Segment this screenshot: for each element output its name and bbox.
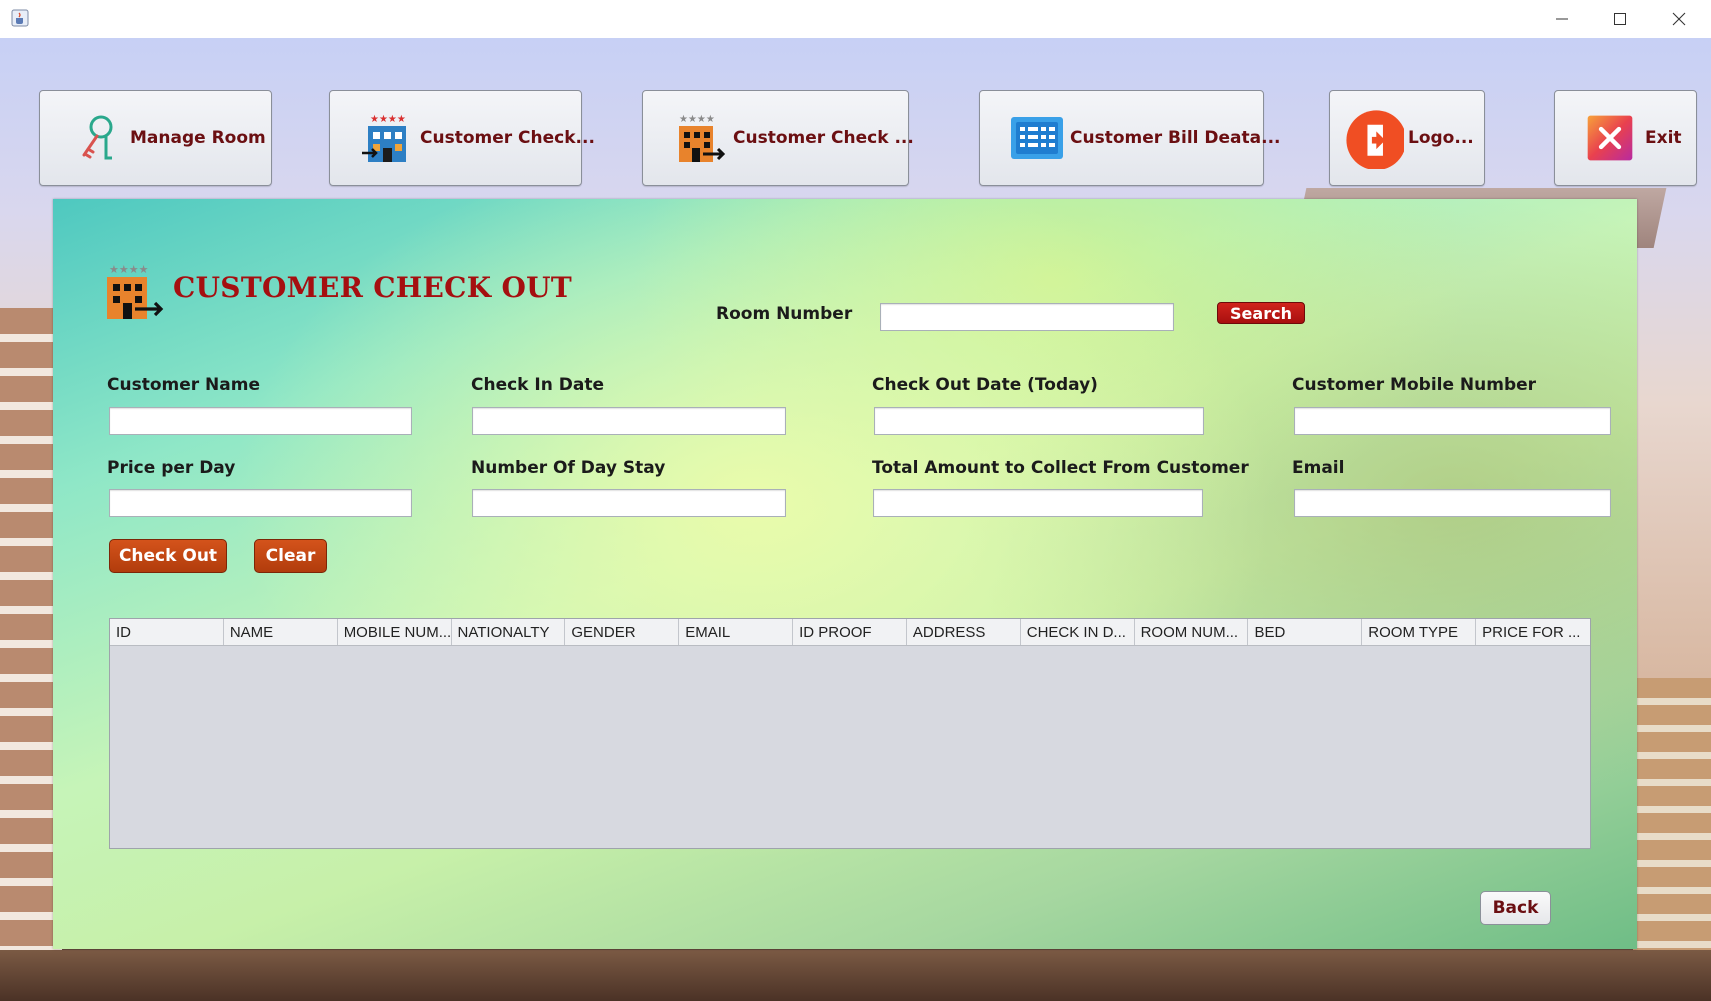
column-header-price[interactable]: PRICE FOR ... <box>1476 619 1590 645</box>
hotel-checkout-icon: ★★★★ <box>679 114 726 162</box>
email-label: Email <box>1292 458 1345 478</box>
svg-text:★★★★: ★★★★ <box>679 114 715 125</box>
back-button[interactable]: Back <box>1480 891 1551 925</box>
column-header-id-proof[interactable]: ID PROOF <box>793 619 907 645</box>
customer-name-input[interactable] <box>109 407 412 435</box>
page-title: CUSTOMER CHECK OUT <box>173 271 572 304</box>
logout-icon <box>1346 110 1404 169</box>
room-number-input[interactable] <box>880 303 1174 331</box>
customer-check-out-panel: ★★★★ CUSTOMER CHECK OUT Room Number Sear… <box>53 199 1637 949</box>
column-header-mobile-number[interactable]: MOBILE NUM... <box>338 619 452 645</box>
svg-text:★★★★: ★★★★ <box>109 263 149 276</box>
check-out-button[interactable]: Check Out <box>109 539 227 573</box>
column-header-bed[interactable]: BED <box>1248 619 1363 645</box>
customer-check-out-label: Customer Check ... <box>733 128 914 148</box>
mobile-number-label: Customer Mobile Number <box>1292 375 1537 395</box>
customer-check-in-label: Customer Check... <box>420 128 595 148</box>
check-out-date-label: Check Out Date (Today) <box>872 375 1098 395</box>
logout-button[interactable]: Logo... <box>1329 90 1485 186</box>
manage-room-button[interactable]: Manage Room <box>39 90 272 186</box>
check-in-date-label: Check In Date <box>471 375 604 395</box>
customer-bill-details-button[interactable]: Customer Bill Deata... <box>979 90 1281 186</box>
search-button[interactable]: Search <box>1217 302 1305 324</box>
column-header-room-number[interactable]: ROOM NUM... <box>1135 619 1249 645</box>
minimize-icon[interactable] <box>1551 8 1573 30</box>
customer-check-out-button[interactable]: ★★★★ Customer Check ... <box>642 90 914 186</box>
window-title-bar <box>0 0 1711 39</box>
days-stay-label: Number Of Day Stay <box>471 458 666 478</box>
close-icon[interactable] <box>1668 8 1690 30</box>
price-per-day-input[interactable] <box>109 489 412 517</box>
column-header-address[interactable]: ADDRESS <box>907 619 1021 645</box>
column-header-check-in-date[interactable]: CHECK IN D... <box>1021 619 1135 645</box>
exit-button[interactable]: Exit <box>1554 90 1697 186</box>
total-amount-input[interactable] <box>873 489 1203 517</box>
total-amount-label: Total Amount to Collect From Customer <box>872 458 1249 478</box>
clear-button[interactable]: Clear <box>254 539 327 573</box>
price-per-day-label: Price per Day <box>107 458 236 478</box>
background-ground <box>0 950 1711 1001</box>
check-out-date-input[interactable] <box>874 407 1204 435</box>
customer-table[interactable]: ID NAME MOBILE NUM... NATIONALTY GENDER … <box>109 618 1591 849</box>
hotel-checkout-icon: ★★★★ <box>107 263 164 319</box>
check-in-date-input[interactable] <box>472 407 786 435</box>
maximize-icon[interactable] <box>1609 8 1631 30</box>
column-header-id[interactable]: ID <box>110 619 224 645</box>
manage-room-label: Manage Room <box>130 128 266 148</box>
bill-list-icon <box>1011 117 1063 159</box>
column-header-nationality[interactable]: NATIONALTY <box>452 619 566 645</box>
mobile-number-input[interactable] <box>1294 407 1611 435</box>
key-icon <box>82 115 113 160</box>
column-header-gender[interactable]: GENDER <box>565 619 680 645</box>
email-input[interactable] <box>1294 489 1611 517</box>
customer-name-label: Customer Name <box>107 375 260 395</box>
days-stay-input[interactable] <box>472 489 786 517</box>
table-header: ID NAME MOBILE NUM... NATIONALTY GENDER … <box>110 619 1590 646</box>
customer-bill-details-label: Customer Bill Deata... <box>1070 128 1281 148</box>
column-header-name[interactable]: NAME <box>224 619 338 645</box>
exit-x-icon <box>1587 115 1633 161</box>
logout-label: Logo... <box>1408 128 1474 148</box>
room-number-label: Room Number <box>716 304 853 324</box>
exit-label: Exit <box>1645 128 1682 148</box>
svg-text:★★★★: ★★★★ <box>370 114 406 125</box>
customer-check-in-button[interactable]: ★★★★ Customer Check... <box>329 90 595 186</box>
column-header-room-type[interactable]: ROOM TYPE <box>1362 619 1477 645</box>
column-header-email[interactable]: EMAIL <box>679 619 794 645</box>
hotel-checkin-icon: ★★★★ <box>362 114 406 162</box>
java-cup-icon <box>11 9 29 27</box>
